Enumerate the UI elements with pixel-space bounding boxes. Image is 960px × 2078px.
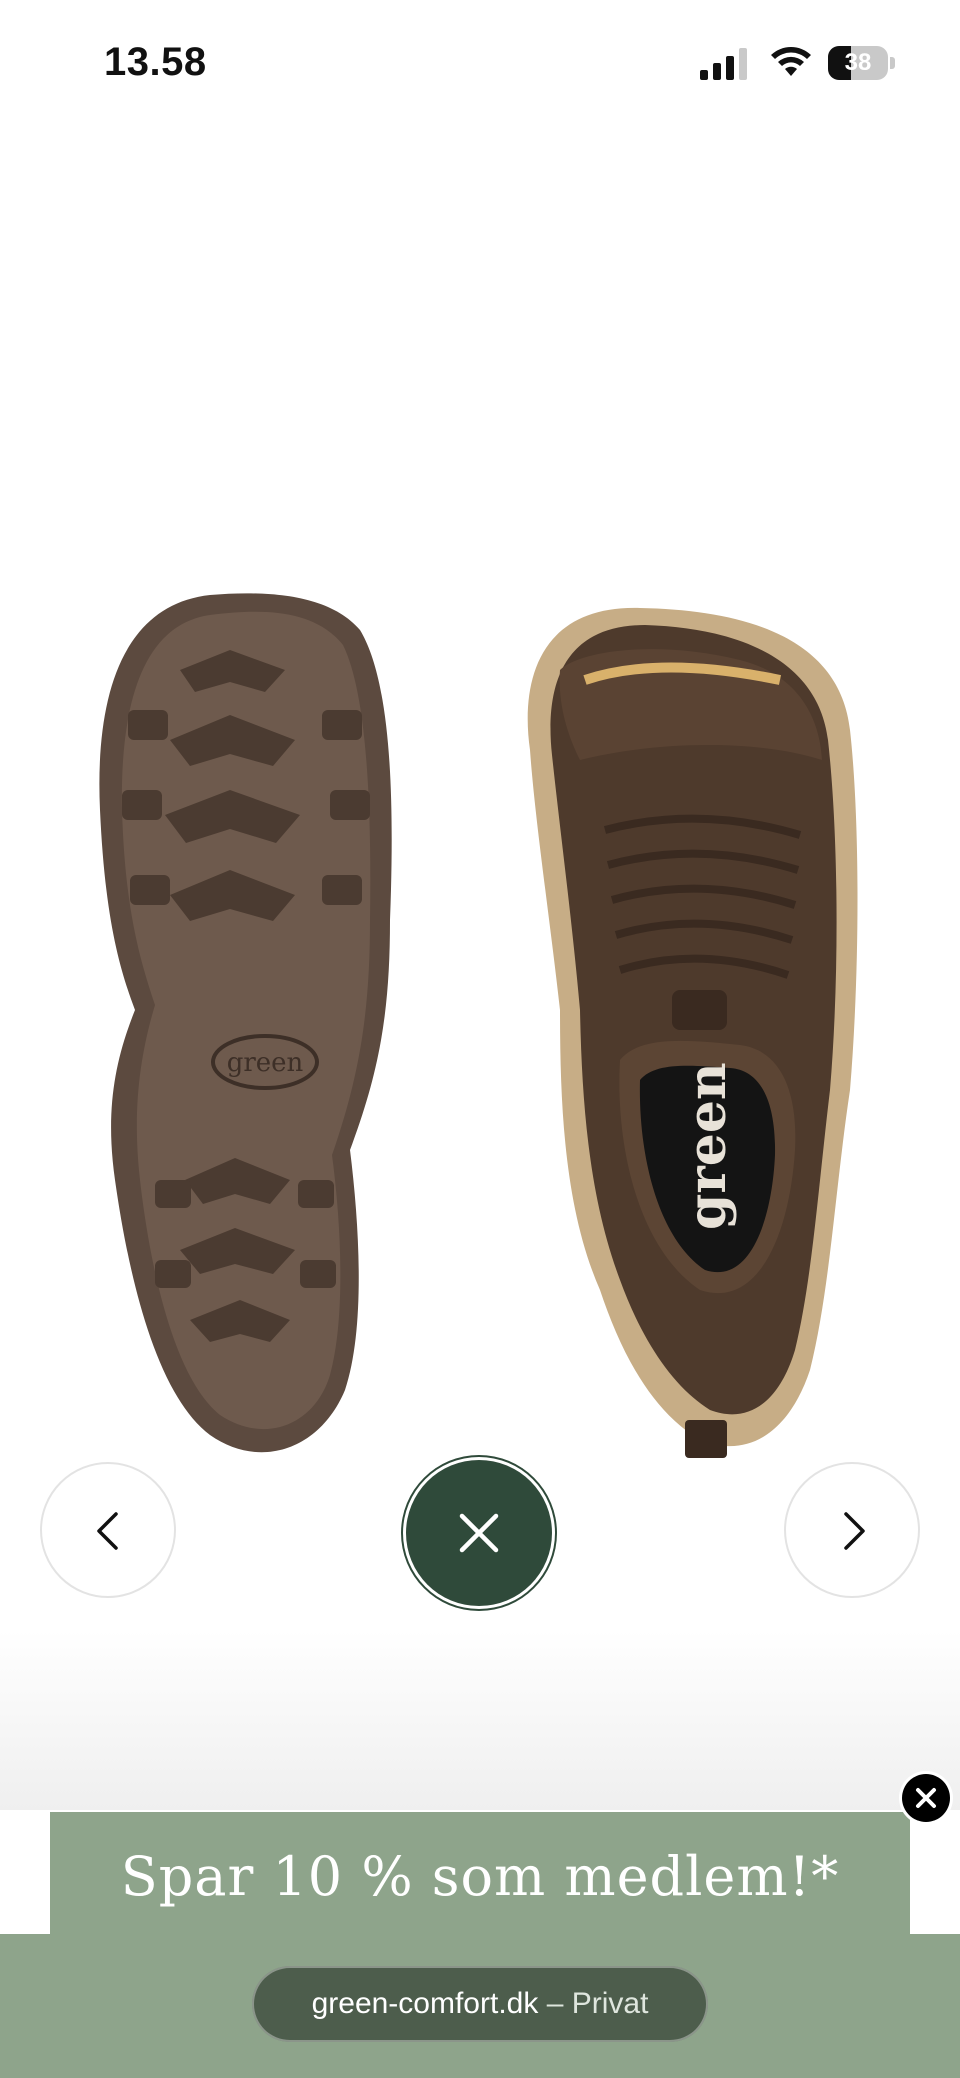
battery-icon: 38 — [828, 46, 896, 80]
shoe-image: green green — [99, 593, 858, 1458]
url-separator: – — [546, 1987, 564, 2020]
cellular-signal-icon — [700, 48, 747, 80]
battery-level: 38 — [844, 49, 872, 76]
shoe-sole-view: green — [99, 593, 392, 1453]
shoe-top-view: green — [527, 607, 858, 1458]
close-icon — [459, 1513, 499, 1553]
chevron-left-icon — [97, 1512, 118, 1550]
wifi-icon — [771, 47, 811, 76]
url-domain: green-comfort.dk — [311, 1987, 539, 2020]
background-fade — [0, 1630, 960, 1810]
private-mode-label: Privat — [571, 1987, 649, 2020]
status-bar: 13.58 38 — [0, 0, 960, 120]
close-gallery-button[interactable] — [406, 1460, 552, 1606]
membership-promo-banner[interactable]: Spar 10 % som medlem!* — [50, 1812, 910, 1942]
address-bar[interactable]: green-comfort.dk – Privat — [252, 1966, 708, 2042]
svg-text:green: green — [677, 1062, 738, 1230]
close-promo-button[interactable] — [902, 1774, 950, 1822]
next-image-button[interactable] — [784, 1462, 920, 1598]
status-time: 13.58 — [104, 40, 207, 84]
svg-text:green: green — [227, 1048, 304, 1078]
browser-bottom-bar: green-comfort.dk – Privat — [0, 1934, 960, 2078]
previous-image-button[interactable] — [40, 1462, 176, 1598]
promo-text: Spar 10 % som medlem!* — [120, 1845, 840, 1908]
chevron-right-icon — [844, 1512, 865, 1550]
close-icon — [916, 1788, 936, 1808]
